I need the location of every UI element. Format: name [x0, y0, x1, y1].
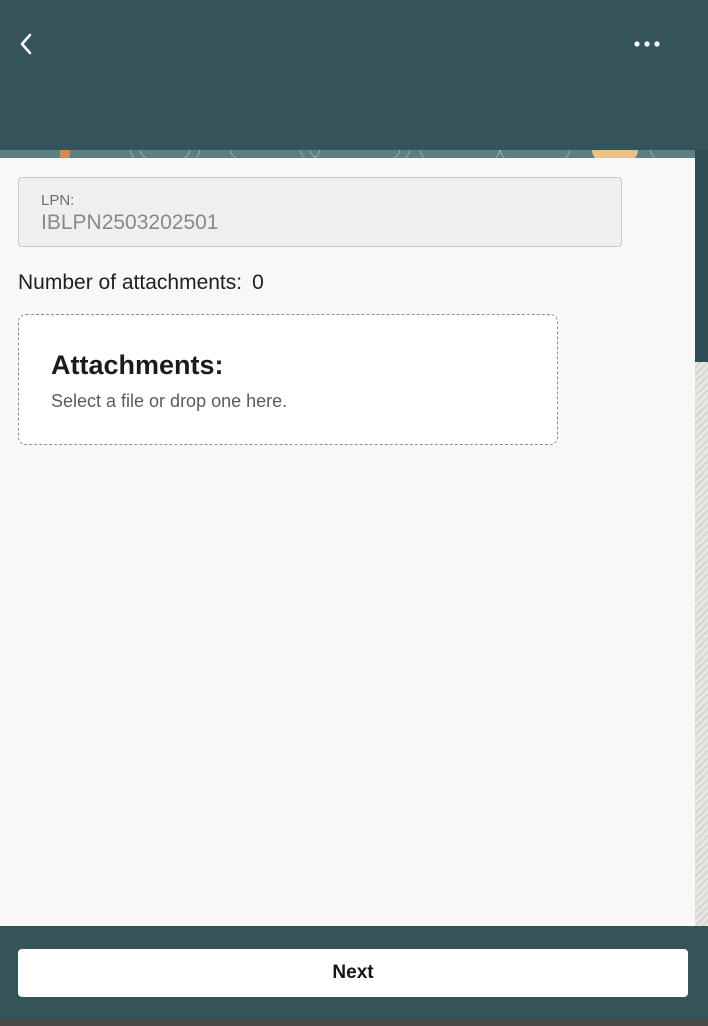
more-horizontal-icon	[634, 41, 660, 47]
file-dropzone[interactable]: Attachments: Select a file or drop one h…	[18, 314, 558, 445]
page-content: LPN: IBLPN2503202501 Number of attachmen…	[0, 158, 695, 926]
dropzone-hint: Select a file or drop one here.	[51, 391, 288, 411]
lpn-label: LPN:	[41, 192, 75, 209]
attachments-count-value: 0	[252, 271, 264, 294]
lpn-value: IBLPN2503202501	[41, 211, 219, 234]
lpn-field: LPN: IBLPN2503202501	[18, 177, 622, 247]
dropzone-title: Attachments:	[51, 350, 224, 380]
side-scroll-strip	[695, 150, 708, 1026]
more-options-button[interactable]	[626, 28, 668, 60]
footer-bar: Next	[0, 926, 708, 1020]
attachments-count: Number of attachments: 0	[18, 271, 264, 295]
bottom-band	[0, 1020, 708, 1026]
app-header	[0, 0, 708, 160]
back-button[interactable]	[10, 28, 42, 60]
chevron-left-icon	[20, 33, 32, 55]
attachments-count-label: Number of attachments:	[18, 271, 243, 294]
next-button[interactable]: Next	[18, 949, 688, 997]
